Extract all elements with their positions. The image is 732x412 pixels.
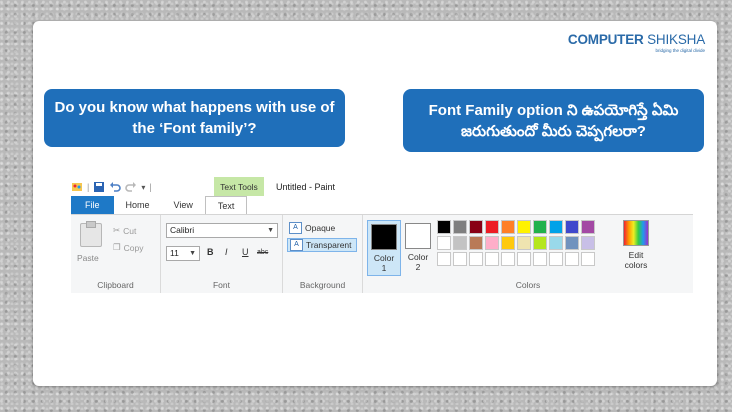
transparent-option[interactable]: A Transparent: [287, 238, 357, 252]
qat-separator: |: [87, 182, 90, 192]
palette-color-swatch[interactable]: [517, 236, 531, 250]
font-group: Calibri ▼ 11 ▼ B I U abc Font: [161, 215, 283, 293]
palette-color-swatch[interactable]: [581, 236, 595, 250]
scissors-icon: ✂: [113, 225, 121, 235]
question-bubble-english: Do you know what happens with use of the…: [44, 89, 345, 147]
edit-colors-label-1: Edit: [628, 250, 644, 260]
cut-button[interactable]: ✂ Cut: [113, 225, 136, 236]
redo-icon[interactable]: [125, 181, 137, 193]
palette-color-swatch[interactable]: [437, 220, 451, 234]
paste-icon[interactable]: [80, 221, 102, 247]
logo-name: COMPUTER SHIKSHA: [567, 32, 705, 47]
palette-color-swatch[interactable]: [501, 252, 515, 266]
copy-label: Copy: [123, 242, 144, 253]
ribbon-tabs: File Home View Text: [71, 196, 693, 214]
palette-color-swatch[interactable]: [533, 236, 547, 250]
ribbon-panel: Paste ✂ Cut ❐ Copy Clipboard Calibri ▼ 1…: [71, 214, 693, 293]
palette-color-swatch[interactable]: [469, 236, 483, 250]
color2-label: Color: [407, 252, 429, 262]
font-family-select[interactable]: Calibri ▼: [166, 223, 278, 238]
palette-color-swatch[interactable]: [469, 252, 483, 266]
clipboard-group: Paste ✂ Cut ❐ Copy Clipboard: [71, 215, 161, 293]
save-icon[interactable]: [93, 181, 105, 193]
palette-color-swatch[interactable]: [549, 252, 563, 266]
tab-text[interactable]: Text: [204, 196, 248, 214]
strikethrough-button[interactable]: abc: [257, 249, 268, 256]
color1-number: 1: [381, 263, 387, 273]
paint-ribbon: | ▾ | Text Tools Untitled - Paint File H…: [71, 177, 693, 293]
palette-color-swatch[interactable]: [485, 252, 499, 266]
question-bubble-telugu: Font Family option ని ఉపయోగిస్తే ఏమి జరు…: [403, 89, 704, 152]
computer-shiksha-logo: COMPUTER SHIKSHA bridging the digital di…: [568, 32, 705, 53]
text-tools-contextual-tab: Text Tools: [214, 177, 264, 196]
palette-color-swatch[interactable]: [437, 236, 451, 250]
palette-color-swatch[interactable]: [437, 252, 451, 266]
edit-colors-button[interactable]: Edit colors: [619, 220, 653, 270]
color2-swatch: [405, 223, 431, 249]
transparent-label: Transparent: [306, 240, 352, 250]
palette-color-swatch[interactable]: [533, 252, 547, 266]
background-group: A Opaque A Transparent Background: [283, 215, 363, 293]
quick-access-toolbar: | ▾ |: [71, 177, 152, 197]
opaque-label: Opaque: [305, 223, 336, 233]
palette-color-swatch[interactable]: [533, 220, 547, 234]
clipboard-group-label: Clipboard: [97, 280, 134, 290]
tab-view[interactable]: View: [162, 196, 205, 214]
palette-color-swatch[interactable]: [549, 236, 563, 250]
palette-color-swatch[interactable]: [581, 220, 595, 234]
palette-color-swatch[interactable]: [469, 220, 483, 234]
color2-number: 2: [415, 262, 421, 272]
palette-color-swatch[interactable]: [549, 220, 563, 234]
palette-color-swatch[interactable]: [581, 252, 595, 266]
palette-color-swatch[interactable]: [517, 252, 531, 266]
palette-color-swatch[interactable]: [501, 220, 515, 234]
color1-label: Color: [373, 253, 395, 263]
bold-button[interactable]: B: [207, 247, 214, 257]
transparent-icon: A: [290, 239, 303, 251]
window-title: Untitled - Paint: [276, 181, 336, 192]
color1-swatch: [371, 224, 397, 250]
background-group-label: Background: [299, 280, 346, 290]
font-group-label: Font: [212, 280, 230, 290]
palette-color-swatch[interactable]: [453, 236, 467, 250]
colors-group: Color 1 Color 2 Edit colors Colors: [363, 215, 693, 293]
palette-color-swatch[interactable]: [565, 236, 579, 250]
opaque-option[interactable]: A Opaque: [287, 221, 357, 235]
copy-icon: ❐: [113, 242, 121, 252]
slide-card: COMPUTER SHIKSHA bridging the digital di…: [33, 21, 717, 386]
edit-colors-label-2: colors: [624, 260, 648, 270]
palette-color-swatch[interactable]: [517, 220, 531, 234]
palette-color-swatch[interactable]: [453, 252, 467, 266]
copy-button[interactable]: ❐ Copy: [113, 242, 143, 253]
qat-separator: |: [149, 182, 152, 192]
colors-group-label: Colors: [515, 280, 541, 290]
font-size-select[interactable]: 11 ▼: [166, 246, 200, 261]
chevron-down-icon: ▼: [267, 227, 274, 234]
italic-button[interactable]: I: [225, 247, 228, 257]
font-family-value: Calibri: [170, 225, 195, 235]
logo-tagline: bridging the digital divide: [655, 48, 705, 53]
palette-color-swatch[interactable]: [485, 220, 499, 234]
palette-color-swatch[interactable]: [501, 236, 515, 250]
palette-color-swatch[interactable]: [453, 220, 467, 234]
color-palette: [437, 220, 595, 266]
color1-selector[interactable]: Color 1: [367, 220, 401, 276]
chevron-down-icon: ▼: [189, 250, 196, 257]
paste-button-label[interactable]: Paste: [77, 253, 99, 263]
undo-icon[interactable]: [109, 181, 122, 193]
underline-button[interactable]: U: [242, 247, 249, 257]
rainbow-icon: [623, 220, 649, 246]
palette-color-swatch[interactable]: [565, 252, 579, 266]
customize-qat-icon[interactable]: ▾: [141, 183, 145, 192]
font-size-value: 11: [170, 248, 179, 258]
cut-label: Cut: [123, 225, 137, 236]
palette-color-swatch[interactable]: [485, 236, 499, 250]
tab-home[interactable]: Home: [114, 196, 162, 214]
opaque-icon: A: [289, 222, 302, 234]
tab-file[interactable]: File: [71, 196, 114, 214]
color2-selector[interactable]: Color 2: [401, 220, 435, 276]
palette-color-swatch[interactable]: [565, 220, 579, 234]
paint-app-icon: [72, 183, 82, 191]
